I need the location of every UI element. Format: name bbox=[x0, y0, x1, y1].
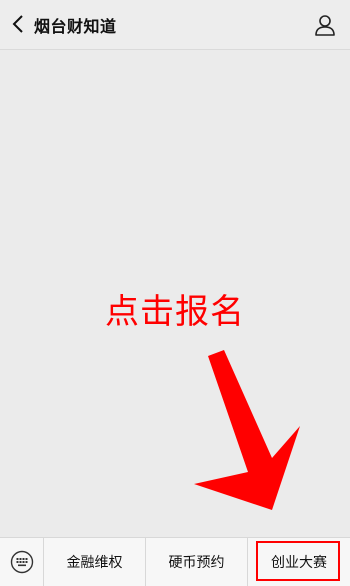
menu-item-financial-rights[interactable]: 金融维权 bbox=[44, 538, 146, 586]
chevron-left-icon bbox=[12, 15, 23, 33]
back-button[interactable] bbox=[6, 10, 30, 38]
keyboard-toggle-button[interactable] bbox=[0, 538, 44, 586]
person-icon bbox=[315, 15, 335, 36]
page-title: 烟台财知道 bbox=[34, 17, 117, 36]
wechat-official-account-screen: 烟台财知道 点击报名 金融维权 硬币预约 创业大赛 bbox=[0, 0, 350, 586]
menu-item-startup-contest[interactable]: 创业大赛 bbox=[248, 538, 350, 586]
top-nav-bar: 烟台财知道 bbox=[0, 0, 350, 50]
annotation-text: 点击报名 bbox=[105, 292, 245, 332]
profile-button[interactable] bbox=[312, 12, 338, 38]
keyboard-icon bbox=[10, 550, 33, 574]
menu-item-coin-reservation[interactable]: 硬币预约 bbox=[146, 538, 248, 586]
bottom-menu-bar: 金融维权 硬币预约 创业大赛 bbox=[0, 537, 350, 586]
red-arrow-icon bbox=[194, 350, 300, 510]
